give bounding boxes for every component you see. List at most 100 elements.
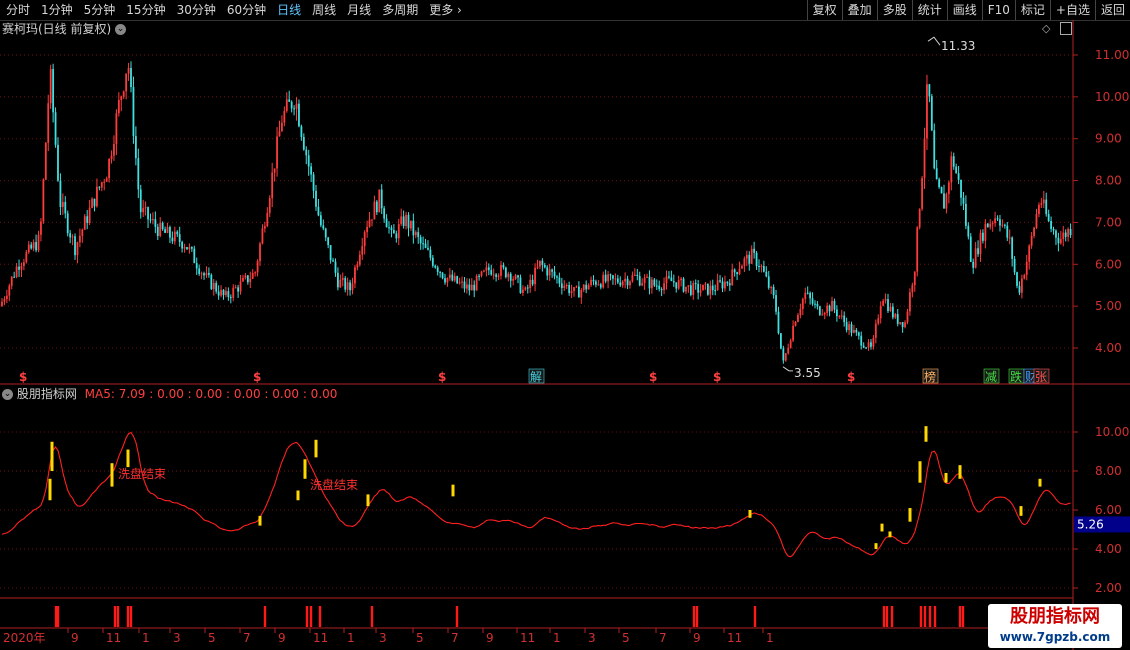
candle-body-234: [570, 291, 573, 294]
candle-body-166: [405, 214, 407, 227]
signal-spike-4: [126, 606, 130, 627]
candle-body-392: [955, 166, 958, 174]
signal-bar-19: [1019, 506, 1023, 516]
candle-body-381: [928, 84, 931, 97]
candle-body-79: [193, 248, 196, 264]
candle-body-8: [20, 265, 23, 270]
ind-tick-label-3: 4.00: [1095, 542, 1122, 556]
candle-body-66: [161, 222, 164, 230]
candle-body-161: [392, 229, 395, 234]
signal-bar-3: [126, 449, 130, 468]
candle-body-182: [444, 278, 446, 283]
signal-spike-10: [370, 606, 374, 627]
candle-body-263: [641, 283, 644, 286]
candle-body-189: [461, 281, 463, 283]
candle-body-411: [1001, 224, 1004, 226]
candle-body-332: [809, 292, 812, 299]
candle-body-122: [298, 103, 300, 127]
candle-body-277: [675, 282, 678, 289]
candle-body-27: [66, 213, 69, 234]
candle-body-188: [458, 282, 461, 284]
candle-body-386: [940, 187, 943, 194]
candle-body-385: [938, 179, 941, 188]
candle-body-63: [154, 219, 157, 227]
candle-body-127: [310, 166, 313, 175]
candle-body-225: [548, 269, 551, 276]
candle-body-236: [575, 286, 578, 288]
candle-body-414: [1008, 237, 1011, 239]
candle-body-373: [909, 292, 911, 312]
candle-body-93: [227, 291, 230, 298]
candle-body-344: [838, 315, 841, 317]
candle-body-171: [417, 232, 420, 238]
candle-body-226: [551, 269, 554, 272]
candle-body-284: [692, 283, 695, 295]
candle-body-229: [558, 277, 561, 284]
candle-body-280: [682, 278, 685, 292]
candle-body-282: [687, 285, 690, 287]
candle-body-181: [441, 272, 444, 279]
candle-body-142: [346, 282, 349, 290]
candle-body-157: [383, 208, 386, 219]
main-tick-label-2: 9.00: [1095, 132, 1122, 146]
candle-body-103: [251, 272, 254, 279]
candle-body-219: [534, 267, 536, 285]
candle-body-342: [833, 300, 836, 310]
candle-body-257: [626, 278, 629, 286]
candle-body-420: [1023, 274, 1026, 279]
candle-body-301: [733, 269, 736, 273]
candle-body-42: [103, 181, 106, 183]
candle-body-296: [721, 281, 724, 289]
candle-body-303: [738, 268, 741, 275]
xaxis-label-9: 3: [379, 631, 387, 645]
candle-body-299: [728, 283, 731, 286]
candle-body-387: [943, 193, 945, 209]
candle-body-425: [1035, 214, 1038, 228]
candle-body-390: [950, 156, 953, 183]
candle-body-184: [448, 274, 451, 278]
candle-body-175: [427, 247, 429, 250]
candle-body-53: [130, 67, 132, 88]
candle-body-172: [419, 237, 422, 244]
candle-body-22: [54, 112, 57, 145]
signal-bar-2: [110, 463, 114, 487]
candle-body-46: [113, 144, 115, 156]
candle-body-241: [587, 285, 590, 290]
candle-body-123: [300, 126, 303, 137]
candle-body-16: [40, 221, 42, 235]
candle-body-427: [1040, 203, 1043, 205]
candle-body-116: [283, 110, 286, 123]
candle-body-382: [930, 96, 933, 131]
kline-chart[interactable]: 11.00 10.00 9.00 8.00 7.00 6.00 5.00 4.00 10.00 8…: [0, 0, 1130, 650]
candle-body-130: [317, 206, 320, 216]
candle-body-20: [49, 69, 52, 104]
candle-body-196: [478, 275, 480, 277]
candle-body-164: [400, 216, 403, 224]
candle-body-33: [81, 229, 84, 236]
xaxis-label-15: 3: [588, 631, 596, 645]
candle-body-154: [375, 201, 378, 213]
candle-body-383: [933, 130, 936, 169]
candle-body-167: [407, 214, 410, 229]
candle-body-100: [244, 275, 247, 278]
candle-body-395: [962, 197, 965, 204]
candle-body-169: [412, 220, 415, 236]
candle-body-120: [293, 108, 295, 110]
candle-body-311: [758, 265, 760, 267]
candle-body-308: [750, 248, 753, 264]
candle-body-134: [327, 237, 330, 246]
candle-body-138: [337, 272, 339, 288]
candle-body-190: [463, 281, 466, 289]
candle-body-298: [726, 281, 729, 284]
candle-body-426: [1038, 204, 1040, 215]
candle-body-318: [775, 295, 777, 312]
signal-bar-5: [296, 490, 300, 501]
candle-body-358: [872, 337, 875, 347]
ind-tick-label-4: 2.00: [1095, 581, 1122, 595]
candle-body-213: [519, 277, 522, 293]
xaxis-label-18: 9: [693, 631, 701, 645]
signal-bar-20: [1038, 478, 1042, 487]
candle-body-428: [1042, 199, 1045, 204]
candle-body-321: [782, 348, 785, 361]
candle-body-400: [974, 248, 977, 268]
